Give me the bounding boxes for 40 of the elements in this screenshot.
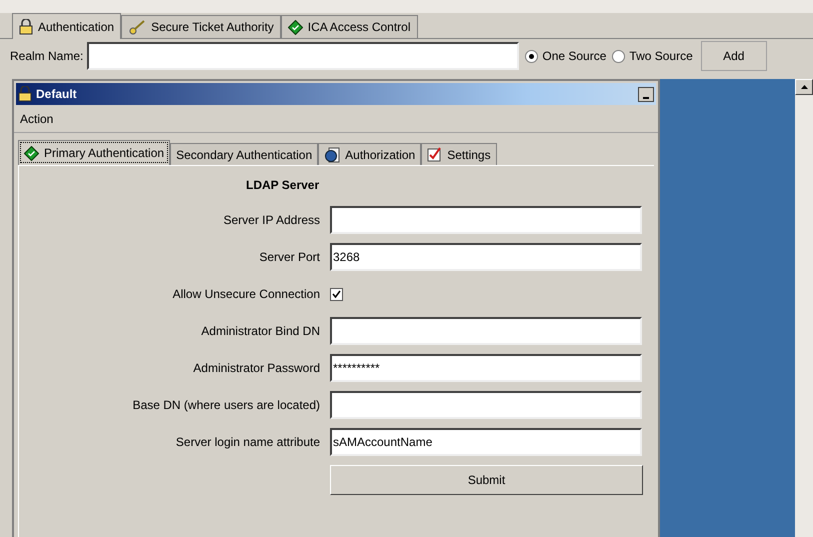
text-field[interactable]: sAMAccountName — [330, 428, 642, 456]
field-label: Server login name attribute — [174, 434, 321, 451]
field-label: Server Port — [258, 249, 321, 266]
field-label: Base DN (where users are located) — [132, 397, 321, 414]
checkbox-icon — [427, 147, 442, 162]
submit-button[interactable]: Submit — [330, 465, 643, 495]
checkbox[interactable] — [330, 288, 343, 300]
field-label: Server IP Address — [222, 212, 321, 229]
realm-name-field[interactable] — [87, 42, 520, 70]
realm-name-label: Realm Name: — [10, 48, 84, 65]
source-radio[interactable]: One Source — [525, 47, 606, 65]
tab[interactable]: Authentication — [12, 13, 122, 39]
key-icon — [128, 19, 146, 35]
text-field[interactable]: ********** — [330, 354, 642, 382]
diamond-icon — [24, 146, 39, 160]
tab[interactable]: Authorization — [318, 143, 422, 165]
text-field[interactable] — [330, 391, 642, 419]
field-label: Administrator Password — [192, 360, 321, 377]
source-radio[interactable]: Two Source — [612, 47, 693, 65]
tab[interactable]: ICA Access Control — [280, 15, 418, 38]
text-field[interactable] — [330, 317, 642, 345]
add-button[interactable]: Add — [700, 41, 767, 71]
tab[interactable]: Secondary Authentication — [170, 143, 318, 165]
action-menu[interactable]: Action — [20, 110, 54, 128]
diamond-icon — [288, 20, 303, 34]
field-label: Allow Unsecure Connection — [172, 286, 321, 303]
tab[interactable]: Primary Authentication — [18, 140, 170, 165]
tab[interactable]: Secure Ticket Authority — [121, 15, 281, 38]
panel-title: Default — [36, 86, 77, 103]
tab[interactable]: Settings — [421, 143, 497, 165]
minimize-button[interactable] — [638, 86, 654, 102]
text-field[interactable] — [330, 206, 642, 234]
scroll-up-button[interactable] — [795, 79, 813, 95]
field-label: Administrator Bind DN — [200, 323, 321, 340]
lock-icon — [18, 86, 32, 102]
globe-icon — [324, 146, 340, 162]
text-field[interactable]: 3268 — [330, 243, 642, 271]
lock-icon — [19, 18, 33, 34]
section-heading: LDAP Server — [246, 177, 320, 194]
up-arrow-icon — [800, 85, 808, 89]
